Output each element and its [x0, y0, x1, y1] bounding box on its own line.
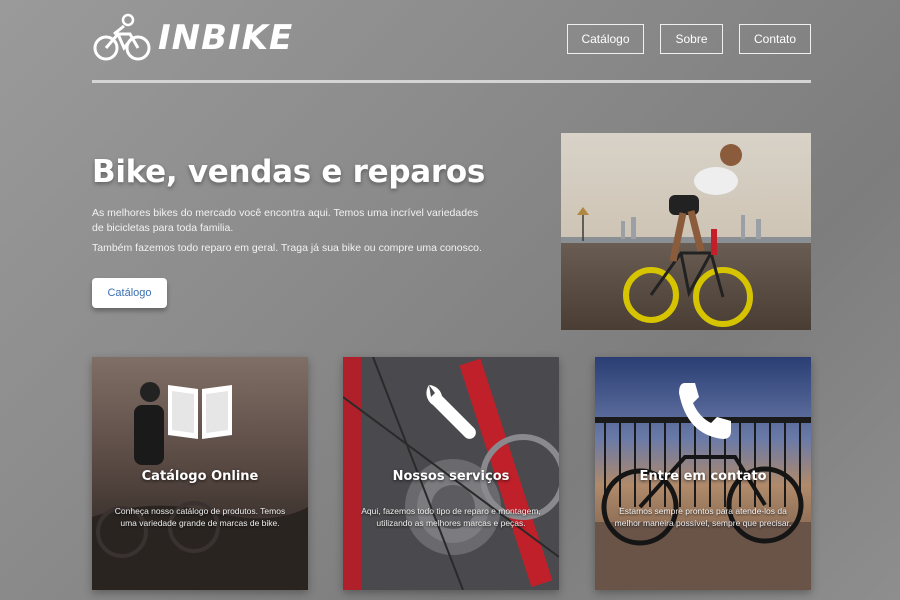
- wrench-icon: [426, 385, 476, 439]
- page: INBIKE Catálogo Sobre Contato Bike, vend…: [0, 0, 900, 600]
- hero-paragraph-1: As melhores bikes do mercado você encont…: [92, 207, 479, 234]
- hero-paragraph-2: Também fazemos todo reparo em geral. Tra…: [92, 242, 482, 254]
- card-text: Estamos sempre prontos para atende-los d…: [614, 506, 792, 528]
- card-text: Conheça nosso catálogo de produtos. Temo…: [114, 506, 286, 528]
- logo-text: INBIKE: [158, 18, 294, 58]
- hero-catalog-button[interactable]: Catálogo: [92, 278, 167, 308]
- card-nossos-servicos[interactable]: Nossos serviços Aqui, fazemos todo tipo …: [343, 357, 559, 590]
- book-icon: [168, 385, 232, 439]
- nav-contato[interactable]: Contato: [739, 24, 811, 54]
- card-title: Catálogo Online: [141, 469, 259, 484]
- card-entre-em-contato[interactable]: Entre em contato Estamos sempre prontos …: [595, 357, 811, 590]
- card-title: Entre em contato: [639, 469, 767, 484]
- nav-catalogo[interactable]: Catálogo: [567, 24, 644, 54]
- main-nav: Catálogo Sobre Contato: [567, 24, 811, 54]
- nav-sobre[interactable]: Sobre: [660, 24, 723, 54]
- phone-icon: [679, 383, 731, 439]
- hero-cyclist-photo: [561, 133, 811, 330]
- card-title: Nossos serviços: [392, 469, 510, 484]
- hero-title: Bike, vendas e reparos: [92, 154, 485, 190]
- card-catalogo-online[interactable]: Catálogo Online Conheça nosso catálogo d…: [92, 357, 308, 590]
- logo[interactable]: INBIKE: [92, 12, 293, 64]
- header-divider: [92, 80, 811, 83]
- card-text: Aqui, fazemos todo tipo de reparo e mont…: [361, 506, 541, 528]
- cyclist-logo-icon: [93, 13, 151, 61]
